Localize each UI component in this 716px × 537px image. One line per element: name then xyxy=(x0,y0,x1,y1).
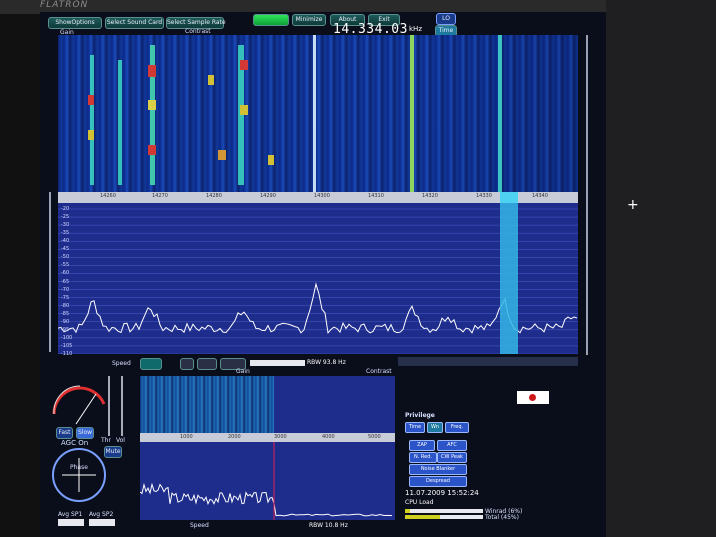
db-tick: -65 xyxy=(61,278,70,285)
progress-field xyxy=(250,360,305,366)
waterfall-signals xyxy=(88,35,502,192)
db-tick: -45 xyxy=(61,246,70,253)
start-button[interactable] xyxy=(253,14,289,26)
speed-button[interactable] xyxy=(140,358,162,370)
rbw-main: RBW 93.8 Hz xyxy=(307,359,346,366)
db-tick: -60 xyxy=(61,270,70,277)
monitor-brand: FLATRON xyxy=(40,0,89,10)
winrad-load-bar xyxy=(405,509,483,513)
lo-button[interactable]: LO xyxy=(436,13,456,25)
audio-tick: 5000 xyxy=(368,434,381,440)
db-tick: -110 xyxy=(61,351,73,357)
show-options-button[interactable]: ShowOptions xyxy=(48,17,102,29)
audio-tick: 4000 xyxy=(322,434,335,440)
cpu-load-label: CPU Load xyxy=(405,499,434,506)
winrad-load-fill xyxy=(405,509,410,513)
noise-blanker-button[interactable]: Noise Blanker xyxy=(409,464,467,475)
db-tick: -90 xyxy=(61,318,70,325)
crosshair-cursor-icon: + xyxy=(627,197,639,213)
fast-button[interactable]: Fast xyxy=(56,427,73,439)
freq-tick: 14280 xyxy=(206,193,222,199)
vol-slider[interactable] xyxy=(121,376,123,436)
total-load-text: Total (45%) xyxy=(485,514,519,521)
freq-tick: 14290 xyxy=(260,193,276,199)
left-slider[interactable] xyxy=(49,192,51,352)
noise-reduction-button[interactable]: N. Red. xyxy=(409,452,437,463)
audio-waterfall xyxy=(140,376,274,433)
vol-label: Vol xyxy=(116,437,125,444)
contrast-label: Contrast xyxy=(185,28,211,35)
audio-scale: 1000 2000 3000 4000 5000 xyxy=(140,433,395,442)
cw-peak-button[interactable]: CW Peak xyxy=(437,452,467,463)
speed2-label: Speed xyxy=(190,522,209,529)
s-meter xyxy=(52,385,106,425)
avg-sp1-field[interactable] xyxy=(58,519,84,526)
time-priv-button[interactable]: Time xyxy=(405,422,425,433)
gain2-label: Gain xyxy=(236,368,250,375)
db-tick: -40 xyxy=(61,238,70,245)
phase-dial[interactable]: Phase xyxy=(52,448,106,502)
thr-label: Thr xyxy=(101,437,111,444)
rbw-small: RBW 10.8 Hz xyxy=(309,522,348,529)
wall-background xyxy=(606,0,716,537)
total-load-fill xyxy=(405,515,440,519)
thr-slider[interactable] xyxy=(108,376,110,436)
passband-marker-top[interactable] xyxy=(500,192,518,203)
db-tick: -55 xyxy=(61,262,70,269)
freq-tick: 14330 xyxy=(476,193,492,199)
contrast2-label: Contrast xyxy=(366,368,392,375)
dsp-panel: Privilege Time Wn Freq. ZAP AFC N. Red. … xyxy=(403,378,522,523)
avg-sp1-label: Avg SP1 xyxy=(58,511,83,518)
speed-label: Speed xyxy=(112,360,131,367)
audio-tick: 3000 xyxy=(274,434,287,440)
db-tick: -30 xyxy=(61,222,70,229)
avg-sp2-label: Avg SP2 xyxy=(89,511,114,518)
frequency-unit: kHz xyxy=(409,25,422,33)
freq-tick: 14310 xyxy=(368,193,384,199)
main-waterfall[interactable] xyxy=(58,35,578,192)
agc-label: AGC On xyxy=(61,439,89,447)
minimize-button[interactable]: Minimize xyxy=(292,14,326,26)
db-tick: -35 xyxy=(61,230,70,237)
freq-tick: 14300 xyxy=(314,193,330,199)
audio-tick: 2000 xyxy=(228,434,241,440)
wn-button[interactable]: Wn xyxy=(427,422,443,433)
db-tick: -75 xyxy=(61,294,70,301)
right-slider[interactable] xyxy=(586,35,588,355)
slow-button[interactable]: Slow xyxy=(76,427,94,439)
db-tick: -95 xyxy=(61,326,70,333)
freq-tick: 14270 xyxy=(152,193,168,199)
db-tick: -105 xyxy=(61,342,73,349)
db-tick: -70 xyxy=(61,286,70,293)
phase-crosshair xyxy=(62,458,96,492)
db-tick: -25 xyxy=(61,214,70,221)
zap-button[interactable]: ZAP xyxy=(409,440,435,451)
db-tick: -20 xyxy=(61,206,70,212)
freq-tick: 14260 xyxy=(100,193,116,199)
japan-flag-icon xyxy=(517,391,549,404)
zoom-button[interactable] xyxy=(180,358,194,370)
db-tick: -85 xyxy=(61,310,70,317)
mute-button[interactable]: Mute xyxy=(104,446,122,458)
freq-priv-button[interactable]: Freq. xyxy=(445,422,469,433)
select-sound-card-button[interactable]: Select Sound Card xyxy=(105,17,164,29)
left-bezel xyxy=(0,14,40,537)
transport-bar[interactable] xyxy=(398,357,578,366)
audio-tick: 1000 xyxy=(180,434,193,440)
avg-sp2-field[interactable] xyxy=(89,519,115,526)
datetime: 11.07.2009 15:52:24 xyxy=(405,489,479,497)
freq-tick: 14320 xyxy=(422,193,438,199)
db-tick: -50 xyxy=(61,254,70,261)
afc-button[interactable]: AFC xyxy=(437,440,467,451)
db-tick: -100 xyxy=(61,334,73,341)
passband-marker[interactable] xyxy=(500,203,518,354)
freq-tick: 14340 xyxy=(532,193,548,199)
mode-button[interactable] xyxy=(197,358,217,370)
privilege-label: Privilege xyxy=(405,412,435,419)
db-tick: -80 xyxy=(61,302,70,309)
despread-button[interactable]: Despread xyxy=(409,476,467,487)
